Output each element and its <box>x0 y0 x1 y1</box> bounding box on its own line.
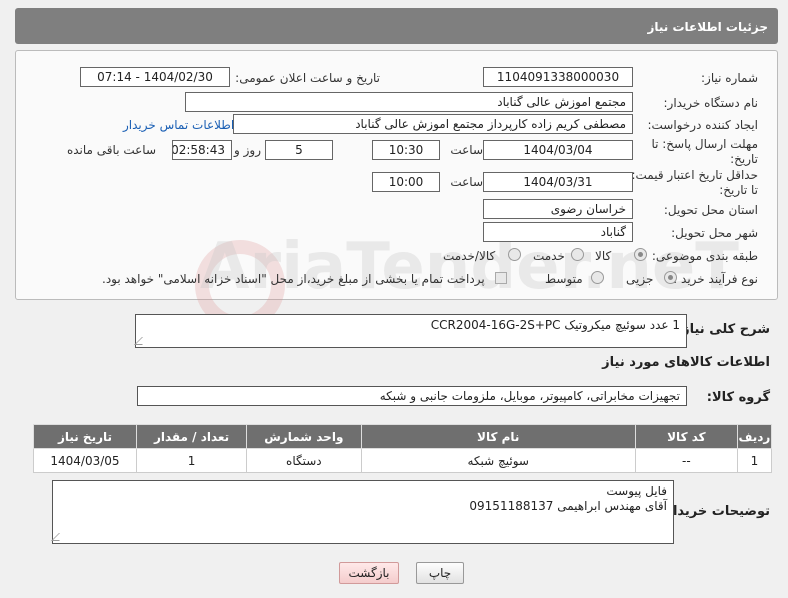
cell-row-number: 1 <box>736 448 773 473</box>
table-row[interactable]: 1 -- سوئیچ شبکه دستگاه 1 1404/03/05 <box>33 448 773 473</box>
payment-note: پرداخت تمام یا بخشی از مبلغ خرید،از محل … <box>102 272 485 286</box>
price-valid-label: حداقل تاریخ اعتبار قیمت: <box>631 168 758 182</box>
cell-goods-code: -- <box>634 448 738 473</box>
deadline-time-field[interactable]: 10:30 <box>372 140 440 160</box>
goods-group-field[interactable]: تجهیزات مخابراتی، کامپیوتر، موبایل، ملزو… <box>137 386 687 406</box>
category-option-service: خدمت <box>533 249 565 263</box>
process-option-minor: جزیی <box>626 272 654 286</box>
remaining-time-label: ساعت باقی مانده <box>66 143 156 157</box>
buyer-notes-textarea[interactable]: فایل پیوست آقای مهندس ابراهیمی 091511881… <box>51 480 674 544</box>
province-label: استان محل تحویل: <box>663 203 758 217</box>
back-button[interactable]: بازگشت <box>339 562 399 584</box>
page-header: جزئیات اطلاعات نیاز <box>15 8 778 44</box>
need-number-label: شماره نیاز: <box>701 71 758 85</box>
page-title: جزئیات اطلاعات نیاز <box>647 20 768 34</box>
table-header-row: ردیف کد کالا نام کالا واحد شمارش تعداد /… <box>33 424 773 449</box>
resize-handle-icon[interactable] <box>51 533 67 541</box>
price-valid-label-date: تا تاریخ: <box>719 183 758 197</box>
announce-label: تاریخ و ساعت اعلان عمومی: <box>235 71 380 85</box>
col-header-quantity: تعداد / مقدار <box>135 424 248 449</box>
deadline-time-label: ساعت <box>450 143 483 157</box>
category-option-both: کالا/خدمت <box>443 249 496 263</box>
col-header-goods-name: نام کالا <box>360 424 636 449</box>
deadline-label-date: تاریخ: <box>730 152 758 166</box>
days-label: روز و <box>234 143 261 157</box>
col-header-unit: واحد شمارش <box>246 424 362 449</box>
category-option-goods: کالا <box>595 249 612 263</box>
description-text: 1 عدد سوئیچ میکروتیک CCR2004-16G-2S+PC <box>430 318 680 332</box>
print-button[interactable]: چاپ <box>416 562 464 584</box>
buyer-contact-link[interactable]: اطلاعات تماس خریدار <box>123 118 234 132</box>
category-radio-goods[interactable] <box>634 248 647 261</box>
col-header-row-number: ردیف <box>736 424 773 449</box>
resize-handle-icon[interactable] <box>134 337 150 345</box>
cell-goods-name: سوئیچ شبکه <box>360 448 636 473</box>
description-label: شرح کلی نیاز: <box>676 322 770 337</box>
category-label: طبقه بندی موضوعی: <box>651 249 758 263</box>
deadline-date-field[interactable]: 1404/03/04 <box>483 140 633 160</box>
price-valid-date-field[interactable]: 1404/03/31 <box>483 172 633 192</box>
buyer-notes-line-1: فایل پیوست <box>606 484 667 498</box>
price-valid-time-field[interactable]: 10:00 <box>372 172 440 192</box>
buyer-notes-line-2: آقای مهندس ابراهیمی 09151188137 <box>469 499 667 513</box>
cell-need-date: 1404/03/05 <box>33 448 137 473</box>
process-label: نوع فرآیند خرید : <box>673 272 758 286</box>
need-number-field[interactable]: 1104091338000030 <box>483 67 633 87</box>
buyer-org-field[interactable]: مجتمع اموزش عالی گناباد <box>185 92 633 112</box>
category-radio-both[interactable] <box>508 248 521 261</box>
province-field[interactable]: خراسان رضوی <box>483 199 633 219</box>
deadline-label: مهلت ارسال پاسخ: تا <box>651 137 758 151</box>
process-radio-medium[interactable] <box>591 271 604 284</box>
process-radio-minor[interactable] <box>664 271 677 284</box>
goods-info-title: اطلاعات کالاهای مورد نیاز <box>602 355 770 370</box>
city-label: شهر محل تحویل: <box>671 226 758 240</box>
category-radio-service[interactable] <box>571 248 584 261</box>
buyer-org-label: نام دستگاه خریدار: <box>663 96 759 110</box>
price-valid-time-label: ساعت <box>450 175 483 189</box>
col-header-need-date: تاریخ نیاز <box>33 424 137 449</box>
city-field[interactable]: گناباد <box>483 222 633 242</box>
goods-group-label: گروه کالا: <box>706 390 770 405</box>
announce-field[interactable]: 1404/02/30 - 07:14 <box>80 67 230 87</box>
remaining-time-field[interactable]: 02:58:43 <box>172 140 232 160</box>
goods-table: ردیف کد کالا نام کالا واحد شمارش تعداد /… <box>33 424 773 473</box>
col-header-goods-code: کد کالا <box>634 424 738 449</box>
treasury-payment-checkbox[interactable] <box>495 272 507 284</box>
requester-label: ایجاد کننده درخواست: <box>647 118 758 132</box>
days-remaining-field[interactable]: 5 <box>265 140 333 160</box>
cell-unit: دستگاه <box>246 448 362 473</box>
buyer-notes-label: توضیحات خریدار: <box>660 504 770 519</box>
requester-field[interactable]: مصطفی کریم زاده کارپرداز مجتمع اموزش عال… <box>233 114 633 134</box>
cell-quantity: 1 <box>135 448 248 473</box>
process-option-medium: متوسط <box>545 272 583 286</box>
description-textarea[interactable]: 1 عدد سوئیچ میکروتیک CCR2004-16G-2S+PC <box>134 314 687 348</box>
